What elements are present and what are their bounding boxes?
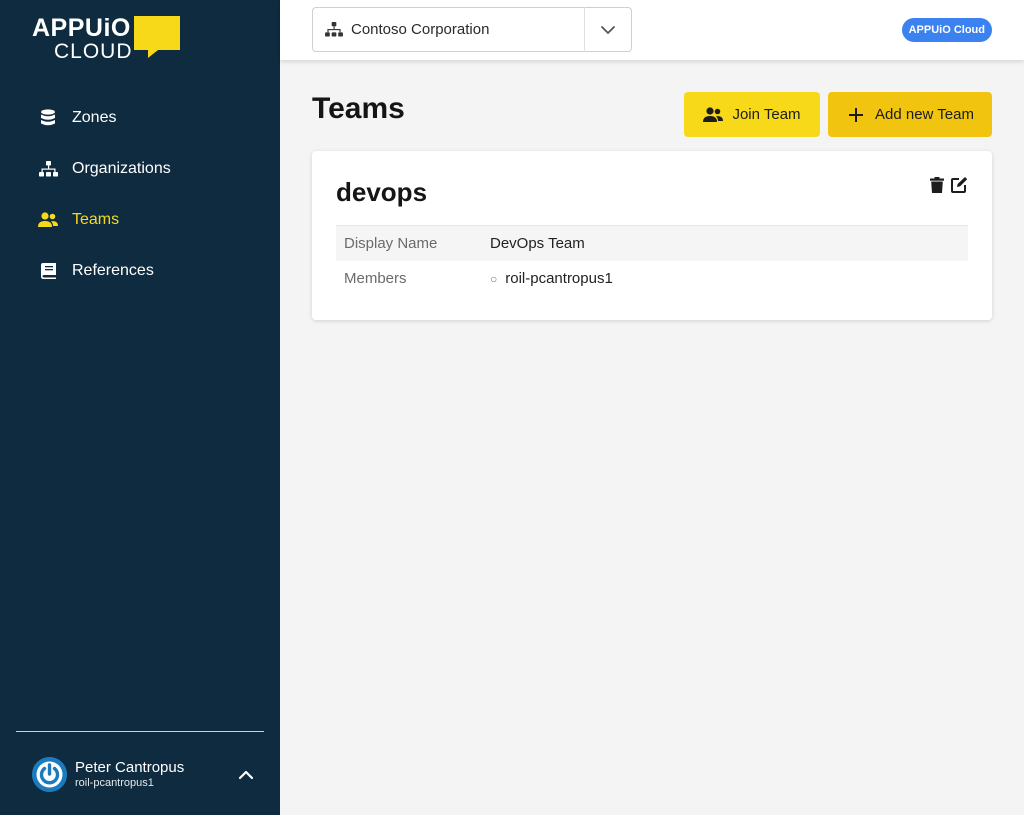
member-item: ○ roil-pcantropus1 <box>490 270 613 287</box>
circle-bullet-icon: ○ <box>490 271 498 286</box>
team-details: Display Name DevOps Team Members ○ roil-… <box>336 225 968 296</box>
display-name-value: DevOps Team <box>490 235 585 252</box>
add-new-team-button[interactable]: Add new Team <box>828 92 992 137</box>
users-icon <box>38 210 58 230</box>
topbar: Contoso Corporation APPUiO Cloud <box>280 0 1024 60</box>
chevron-up-icon[interactable] <box>236 765 256 785</box>
team-card: devops Display Name DevOps Team Members … <box>312 151 992 320</box>
trash-icon[interactable] <box>928 176 945 193</box>
organization-select-value: Contoso Corporation <box>351 21 490 38</box>
sitemap-icon <box>38 159 58 179</box>
database-icon <box>38 108 58 128</box>
sidebar-item-teams[interactable]: Teams <box>0 194 280 245</box>
sidebar-item-zones[interactable]: Zones <box>0 92 280 143</box>
chevron-down-icon[interactable] <box>585 25 631 35</box>
plus-icon <box>846 106 866 124</box>
book-icon <box>38 261 58 281</box>
power-icon <box>32 757 67 792</box>
sidebar-item-label: Teams <box>72 210 120 228</box>
detail-row-display-name: Display Name DevOps Team <box>336 226 968 261</box>
display-name-label: Display Name <box>344 235 438 252</box>
detail-row-members: Members ○ roil-pcantropus1 <box>336 261 968 296</box>
user-menu[interactable]: Peter Cantropus roil-pcantropus1 <box>32 757 256 793</box>
page-title: Teams <box>312 92 405 125</box>
join-team-label: Join Team <box>732 106 801 123</box>
sidebar-item-label: Organizations <box>72 159 171 177</box>
sitemap-icon <box>325 21 343 39</box>
users-icon <box>703 106 724 124</box>
appuio-cloud-badge: APPUiO Cloud <box>901 18 992 42</box>
logo-text-top: APPUiO <box>32 14 131 42</box>
logo-bubble-icon <box>134 16 180 58</box>
add-new-team-label: Add new Team <box>875 106 974 123</box>
logo-text-bottom: CLOUD <box>54 40 133 63</box>
sidebar-item-label: Zones <box>72 108 117 126</box>
user-login: roil-pcantropus1 <box>75 777 154 789</box>
appuio-logo[interactable]: APPUiO CLOUD <box>32 14 182 64</box>
member-name: roil-pcantropus1 <box>505 270 613 287</box>
sidebar-item-references[interactable]: References <box>0 245 280 296</box>
user-name: Peter Cantropus <box>75 759 185 776</box>
sidebar-nav: Zones Organizations Teams References <box>0 92 280 296</box>
sidebar-divider <box>16 731 264 732</box>
organization-select[interactable]: Contoso Corporation <box>312 7 632 52</box>
team-actions <box>928 176 968 193</box>
sidebar-item-organizations[interactable]: Organizations <box>0 143 280 194</box>
sidebar-item-label: References <box>72 261 154 279</box>
team-name: devops <box>336 177 428 207</box>
join-team-button[interactable]: Join Team <box>684 92 820 137</box>
avatar <box>32 757 67 792</box>
members-label: Members <box>344 270 407 287</box>
sidebar: APPUiO CLOUD Zones Organizations Teams R… <box>0 0 280 815</box>
edit-icon[interactable] <box>951 176 968 193</box>
